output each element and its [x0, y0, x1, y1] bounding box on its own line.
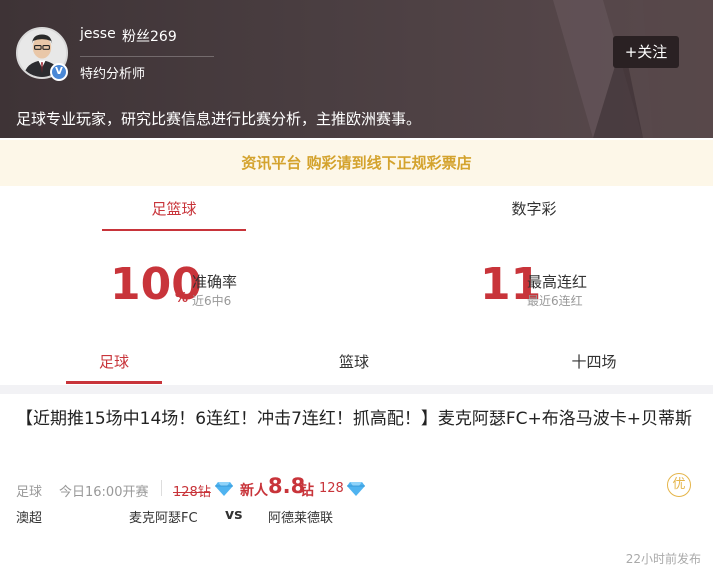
expert-username: jesse	[80, 26, 116, 42]
tab-football-basketball[interactable]: 足篮球	[102, 186, 246, 232]
home-team: 麦克阿瑟FC	[129, 511, 198, 526]
streak-sub: 最近6连红	[527, 294, 583, 308]
tab-basketball[interactable]: 篮球	[306, 344, 402, 380]
name-divider	[80, 56, 214, 57]
article-sport: 足球	[16, 485, 43, 500]
accuracy-unit: %	[175, 291, 189, 306]
tab-fourteen-matches[interactable]: 十四场	[546, 344, 642, 380]
accuracy-value: 100	[110, 259, 202, 310]
section-divider	[0, 385, 713, 394]
notice-banner: 资讯平台 购彩请到线下正规彩票店	[0, 140, 713, 186]
follow-button[interactable]: +关注	[613, 36, 679, 68]
streak-label: 最高连红	[527, 273, 588, 291]
diamond-icon	[347, 482, 365, 496]
original-price: 128钻	[173, 485, 211, 500]
kickoff-time: 今日16:00开赛	[59, 485, 149, 500]
sport-tab-indicator	[66, 381, 162, 384]
away-team: 阿德莱德联	[268, 511, 334, 526]
accuracy-sub: 近6中6	[192, 294, 232, 308]
newbie-label: 新人	[240, 483, 268, 499]
expert-header: V jesse 粉丝269 特约分析师 +关注 足球专业玩家，研究比赛信息进行比…	[0, 0, 713, 138]
header-decoration	[553, 0, 713, 138]
versus-label: vs	[225, 507, 243, 523]
tab-digital-lottery[interactable]: 数字彩	[462, 186, 606, 232]
expert-bio: 足球专业玩家，研究比赛信息进行比赛分析，主推欧洲赛事。	[16, 110, 422, 128]
price-unit: 钻	[300, 483, 314, 499]
meta-divider	[161, 480, 162, 496]
verified-icon: V	[50, 63, 68, 81]
tab-football[interactable]: 足球	[66, 344, 162, 380]
diamond-icon	[215, 482, 233, 496]
article-title[interactable]: 【近期推15场中14场！6连红！冲击7连红！抓高配！】麦克阿瑟FC+布洛马波卡+…	[16, 407, 696, 432]
league-name: 澳超	[16, 511, 43, 526]
category-tab-indicator	[102, 229, 246, 231]
expert-role: 特约分析师	[80, 67, 146, 82]
fans-count: 粉丝269	[122, 29, 177, 45]
quality-badge: 优	[667, 473, 691, 497]
publish-time: 22小时前发布	[625, 552, 701, 566]
regular-price: 128	[319, 481, 344, 496]
accuracy-label: 准确率	[192, 273, 238, 291]
